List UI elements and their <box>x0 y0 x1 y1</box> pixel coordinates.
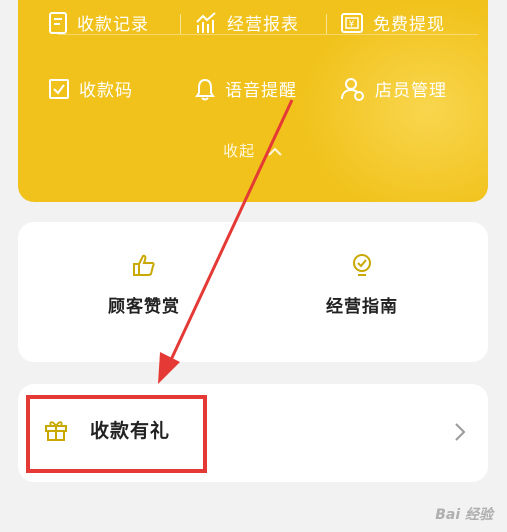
annotation-arrow <box>158 99 294 384</box>
watermark: Bai 经验 <box>435 507 493 523</box>
